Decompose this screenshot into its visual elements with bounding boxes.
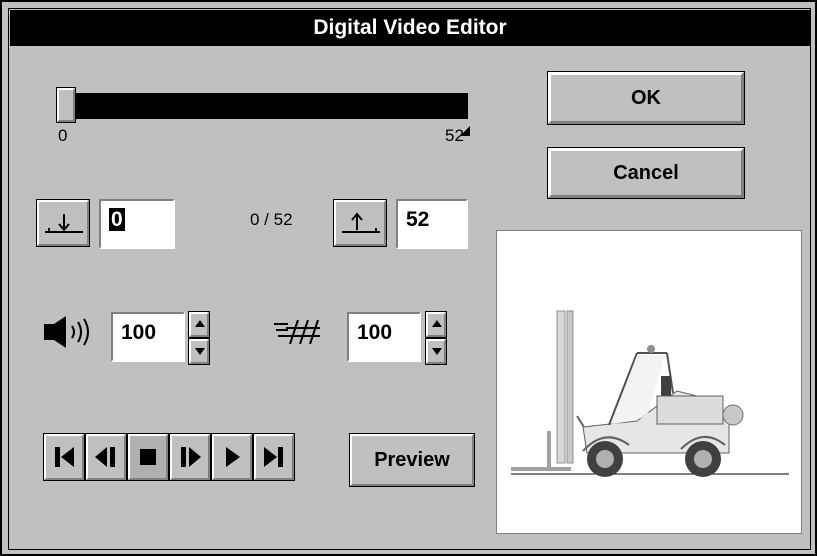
forklift-image — [511, 310, 789, 477]
quality-down-button[interactable] — [425, 338, 447, 365]
video-preview — [496, 230, 802, 534]
stop-icon — [140, 449, 156, 465]
arrow-down-icon — [195, 348, 205, 355]
arrow-down-icon — [432, 348, 442, 355]
play-icon — [226, 447, 240, 467]
frame-slider-track[interactable] — [62, 93, 468, 119]
video-quality-icon — [274, 319, 320, 345]
skip-to-start-button[interactable] — [43, 433, 85, 481]
step-back-button[interactable] — [85, 433, 127, 481]
video-editor-dialog: Digital Video Editor 0 52 OK Cancel 0 0 … — [0, 0, 817, 556]
mark-in-button[interactable] — [36, 199, 90, 247]
volume-field[interactable]: 100 — [111, 312, 185, 362]
cancel-button[interactable]: Cancel — [547, 147, 745, 199]
mark-in-field[interactable]: 0 — [99, 199, 175, 249]
arrow-up-icon — [432, 320, 442, 327]
quality-spinner[interactable] — [425, 311, 447, 365]
volume-down-button[interactable] — [188, 338, 210, 365]
step-back-icon — [95, 447, 115, 467]
volume-up-button[interactable] — [188, 311, 210, 338]
end-marker-icon — [460, 126, 470, 136]
mark-out-button[interactable] — [333, 199, 387, 247]
slider-min-label: 0 — [58, 126, 68, 145]
title-bar: Digital Video Editor — [10, 10, 810, 46]
speaker-icon — [44, 316, 89, 348]
preview-button[interactable]: Preview — [349, 433, 475, 487]
frame-slider-thumb[interactable] — [56, 87, 76, 123]
quality-up-button[interactable] — [425, 311, 447, 338]
skip-to-start-icon — [55, 447, 74, 467]
stop-button[interactable] — [127, 433, 169, 481]
mark-in-icon — [45, 214, 83, 233]
skip-to-end-button[interactable] — [253, 433, 295, 481]
mark-out-field[interactable]: 52 — [396, 199, 468, 249]
arrow-up-icon — [195, 320, 205, 327]
frame-counter: 0 / 52 — [250, 210, 293, 229]
volume-spinner[interactable] — [188, 311, 210, 365]
skip-to-end-icon — [264, 447, 283, 467]
quality-field[interactable]: 100 — [347, 312, 421, 362]
ok-button[interactable]: OK — [547, 71, 745, 125]
step-forward-icon — [181, 447, 201, 467]
mark-out-icon — [342, 212, 380, 233]
step-forward-button[interactable] — [169, 433, 211, 481]
play-button[interactable] — [211, 433, 253, 481]
